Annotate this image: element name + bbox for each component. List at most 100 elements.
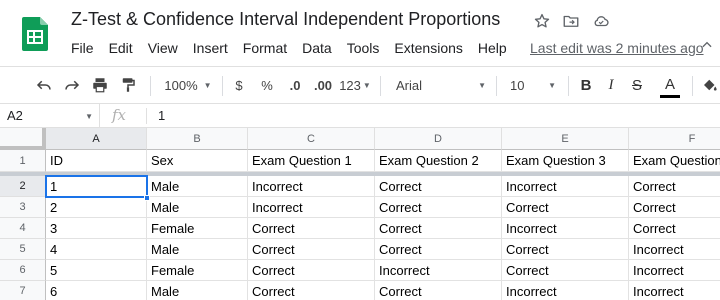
column-header-b[interactable]: B (147, 128, 248, 150)
column-header-c[interactable]: C (248, 128, 375, 150)
cell-f6[interactable]: Incorrect (629, 260, 720, 281)
cell-d5[interactable]: Correct (375, 239, 502, 260)
select-all-corner[interactable] (0, 128, 46, 150)
cell-f7[interactable]: Incorrect (629, 281, 720, 300)
cell-b6[interactable]: Female (147, 260, 248, 281)
cell-e3[interactable]: Correct (502, 197, 629, 218)
decrease-decimal-button[interactable]: .0 (282, 67, 308, 103)
row-header-7[interactable]: 7 (0, 281, 46, 300)
cell-b4[interactable]: Female (147, 218, 248, 239)
paint-format-button[interactable] (116, 67, 140, 103)
menu-help[interactable]: Help (478, 40, 507, 58)
cell-b7[interactable]: Male (147, 281, 248, 300)
zoom-select[interactable]: 100% ▼ (160, 67, 216, 103)
column-header-a[interactable]: A (46, 128, 147, 150)
chevron-down-icon: ▼ (85, 112, 93, 121)
menu-insert[interactable]: Insert (193, 40, 228, 58)
cell-a2[interactable]: 1 (46, 176, 147, 197)
row-header-2[interactable]: 2 (0, 176, 46, 197)
star-icon[interactable] (533, 12, 551, 30)
increase-decimal-button[interactable]: .00 (310, 67, 336, 103)
menu-tools[interactable]: Tools (347, 40, 380, 58)
cell-a6[interactable]: 5 (46, 260, 147, 281)
cloud-saved-icon[interactable] (592, 12, 610, 30)
cell-e6[interactable]: Correct (502, 260, 629, 281)
cell-c6[interactable]: Correct (248, 260, 375, 281)
cell-a5[interactable]: 4 (46, 239, 147, 260)
cell-e7[interactable]: Incorrect (502, 281, 629, 300)
name-box[interactable]: A2 ▼ (0, 104, 100, 127)
menu-view[interactable]: View (148, 40, 178, 58)
cell-d2[interactable]: Correct (375, 176, 502, 197)
fill-handle[interactable] (144, 195, 150, 201)
sheets-logo-icon[interactable] (22, 17, 48, 51)
formula-input[interactable]: 1 (158, 108, 165, 123)
cell-c7[interactable]: Correct (248, 281, 375, 300)
undo-button[interactable] (32, 67, 56, 103)
cell-d7[interactable]: Correct (375, 281, 502, 300)
cell-f5[interactable]: Incorrect (629, 239, 720, 260)
title-bar: Z-Test & Confidence Interval Independent… (0, 0, 720, 66)
redo-button[interactable] (60, 67, 84, 103)
row-header-1[interactable]: 1 (0, 150, 46, 172)
print-icon (93, 78, 107, 93)
menu-data[interactable]: Data (302, 40, 332, 58)
menu-extensions[interactable]: Extensions (394, 40, 462, 58)
print-button[interactable] (88, 67, 112, 103)
font-family-select[interactable]: Arial ▼ (390, 67, 490, 103)
percent-button[interactable]: % (256, 67, 278, 103)
cell-f2[interactable]: Correct (629, 176, 720, 197)
column-header-d[interactable]: D (375, 128, 502, 150)
cell-e1[interactable]: Exam Question 3 (502, 150, 629, 172)
cell-a7[interactable]: 6 (46, 281, 147, 300)
cell-d6[interactable]: Incorrect (375, 260, 502, 281)
paint-bucket-icon (704, 79, 717, 91)
cell-c4[interactable]: Correct (248, 218, 375, 239)
cell-f1[interactable]: Exam Question (629, 150, 720, 172)
last-edit-link[interactable]: Last edit was 2 minutes ago (530, 40, 704, 56)
cell-b1[interactable]: Sex (147, 150, 248, 172)
row-header-6[interactable]: 6 (0, 260, 46, 281)
cell-c2[interactable]: Incorrect (248, 176, 375, 197)
cell-a3[interactable]: 2 (46, 197, 147, 218)
paint-format-icon (122, 78, 135, 92)
cell-d4[interactable]: Correct (375, 218, 502, 239)
bold-button[interactable]: B (574, 67, 598, 103)
italic-button[interactable]: I (600, 67, 622, 103)
chevron-up-icon[interactable] (700, 38, 714, 52)
font-size-select[interactable]: 10 ▼ (504, 67, 560, 103)
cell-a1[interactable]: ID (46, 150, 147, 172)
strikethrough-button[interactable]: S (626, 67, 648, 103)
menu-file[interactable]: File (71, 40, 94, 58)
column-header-e[interactable]: E (502, 128, 629, 150)
fill-color-button[interactable] (700, 67, 720, 103)
cell-f4[interactable]: Correct (629, 218, 720, 239)
cell-d1[interactable]: Exam Question 2 (375, 150, 502, 172)
cell-b2[interactable]: Male (147, 176, 248, 197)
cell-c1[interactable]: Exam Question 1 (248, 150, 375, 172)
menu-edit[interactable]: Edit (109, 40, 133, 58)
more-formats-button[interactable]: 123 ▼ (338, 67, 372, 103)
text-color-button[interactable]: A (656, 67, 684, 103)
cell-a4[interactable]: 3 (46, 218, 147, 239)
cell-e4[interactable]: Incorrect (502, 218, 629, 239)
cell-f3[interactable]: Correct (629, 197, 720, 218)
cell-c3[interactable]: Incorrect (248, 197, 375, 218)
cell-d3[interactable]: Correct (375, 197, 502, 218)
menu-bar: File Edit View Insert Format Data Tools … (71, 40, 522, 58)
row-header-3[interactable]: 3 (0, 197, 46, 218)
chevron-down-icon: ▼ (478, 80, 486, 90)
row-header-4[interactable]: 4 (0, 218, 46, 239)
row-header-5[interactable]: 5 (0, 239, 46, 260)
cell-reference: A2 (7, 108, 23, 123)
cell-c5[interactable]: Correct (248, 239, 375, 260)
cell-e5[interactable]: Correct (502, 239, 629, 260)
menu-format[interactable]: Format (243, 40, 287, 58)
column-header-f[interactable]: F (629, 128, 720, 150)
currency-button[interactable]: $ (228, 67, 250, 103)
document-title[interactable]: Z-Test & Confidence Interval Independent… (71, 9, 500, 30)
cell-b5[interactable]: Male (147, 239, 248, 260)
cell-e2[interactable]: Incorrect (502, 176, 629, 197)
move-folder-icon[interactable] (562, 12, 580, 30)
cell-b3[interactable]: Male (147, 197, 248, 218)
